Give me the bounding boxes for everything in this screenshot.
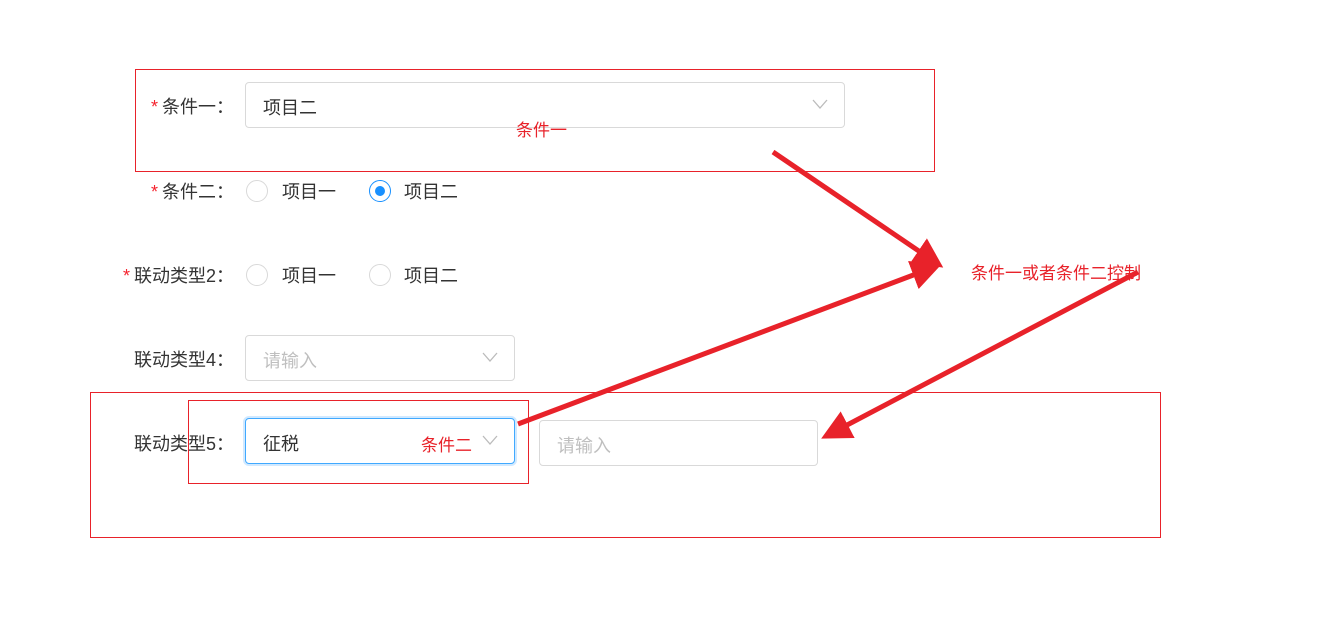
annotation-arrows [517, 149, 1140, 439]
arrow-condition2 [517, 261, 942, 427]
arrow-control [821, 269, 1140, 439]
arrow-condition1 [771, 149, 944, 268]
